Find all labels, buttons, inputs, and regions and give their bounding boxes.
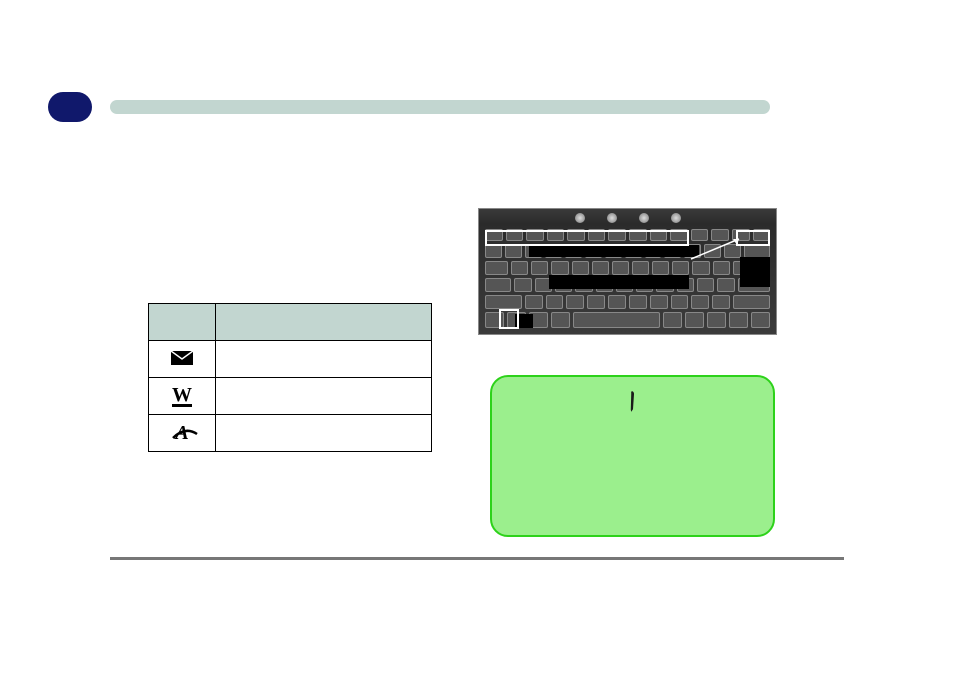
callout-bar: [529, 245, 699, 257]
chapter-badge: [48, 92, 92, 122]
hotkey-button-icon: [639, 213, 649, 223]
hotkey-button-icon: [575, 213, 585, 223]
highlight-box-function-row: [485, 230, 689, 246]
keyboard-top-buttons: [479, 213, 776, 227]
www-desc: [216, 378, 432, 415]
table-header-icon: [149, 304, 216, 341]
callout-bar: [549, 275, 689, 289]
highlight-box-fn-key: [499, 309, 519, 329]
table-row: W: [149, 378, 432, 415]
www-icon: W: [149, 378, 216, 415]
table-row: [149, 341, 432, 378]
tip-note-box: [490, 375, 775, 537]
table-header-desc: [216, 304, 432, 341]
arrow-icon: [689, 235, 749, 265]
header-divider-bar: [110, 100, 770, 114]
page-header: [48, 92, 906, 122]
footer-divider: [110, 557, 844, 560]
icon-table: W A: [148, 303, 432, 452]
hotkey-button-icon: [671, 213, 681, 223]
app-desc: [216, 415, 432, 452]
pen-icon: [619, 388, 645, 416]
app-icon: A: [149, 415, 216, 452]
table-header-row: [149, 304, 432, 341]
keyboard-figure: [478, 208, 777, 335]
table-row: A: [149, 415, 432, 452]
hotkey-button-icon: [607, 213, 617, 223]
envelope-desc: [216, 341, 432, 378]
envelope-icon: [149, 341, 216, 378]
